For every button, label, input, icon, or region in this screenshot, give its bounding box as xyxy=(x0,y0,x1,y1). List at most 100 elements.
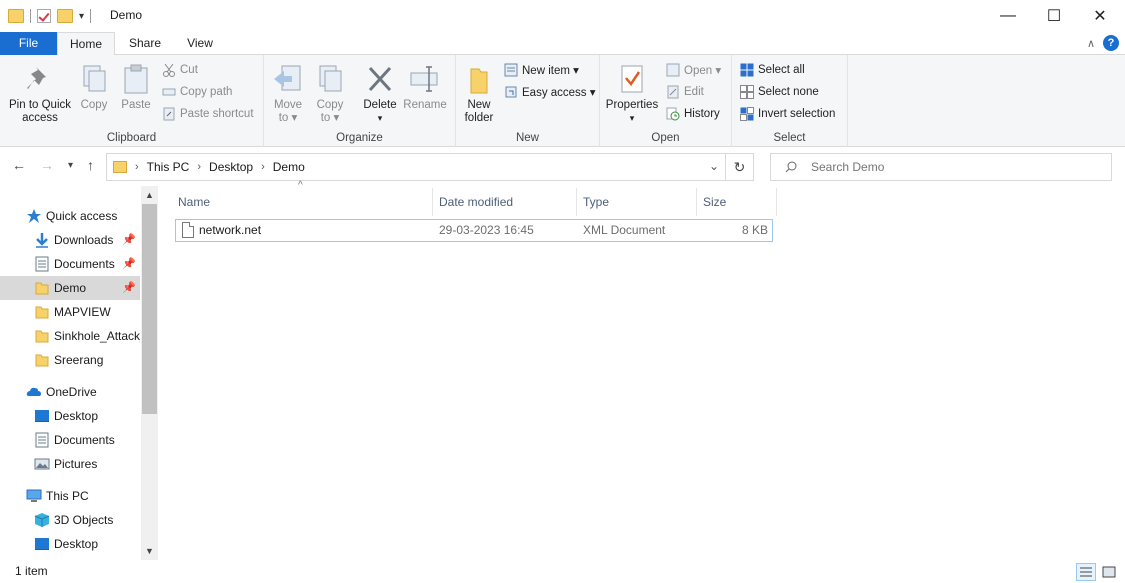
new-folder-icon[interactable] xyxy=(57,9,73,23)
cut-button[interactable]: Cut xyxy=(162,60,198,80)
item-count: 1 item xyxy=(15,564,48,578)
paste-shortcut-icon xyxy=(162,107,176,121)
properties-button[interactable]: Properties ▾ xyxy=(604,59,660,125)
nav-this-pc-desktop[interactable]: Desktop xyxy=(0,532,140,556)
nav-mapview[interactable]: MAPVIEW xyxy=(0,300,140,324)
new-item-button[interactable]: New item ▾ xyxy=(504,60,579,80)
up-arrow-icon[interactable]: ↑ xyxy=(87,157,94,173)
chevron-right-icon[interactable]: › xyxy=(261,161,265,173)
pin-icon[interactable]: 📌 xyxy=(122,281,136,294)
desktop-icon xyxy=(34,408,50,424)
download-icon xyxy=(34,232,50,248)
nav-onedrive-documents[interactable]: Documents xyxy=(0,428,140,452)
nav-quick-access[interactable]: Quick access xyxy=(0,204,140,228)
tab-home[interactable]: Home xyxy=(57,32,115,56)
breadcrumb-demo[interactable]: Demo xyxy=(273,160,305,174)
nav-demo[interactable]: Demo 📌 xyxy=(0,276,140,300)
scroll-up-icon[interactable]: ▲ xyxy=(141,190,158,200)
address-bar[interactable]: › This PC › Desktop › Demo ⌄ ↻ xyxy=(106,153,754,181)
chevron-right-icon[interactable]: › xyxy=(135,161,139,173)
search-input[interactable] xyxy=(811,160,1091,174)
nav-3d-objects[interactable]: 3D Objects xyxy=(0,508,140,532)
column-date-modified[interactable]: Date modified xyxy=(433,188,577,216)
history-label: History xyxy=(684,108,720,120)
maximize-button[interactable]: ☐ xyxy=(1031,0,1077,32)
easy-access-button[interactable]: Easy access ▾ xyxy=(504,82,596,102)
tab-file[interactable]: File xyxy=(0,32,57,55)
nav-sreerang[interactable]: Sreerang xyxy=(0,348,140,372)
computer-icon xyxy=(26,488,42,504)
paste-button[interactable]: Paste xyxy=(118,59,154,112)
move-to-line1: Move xyxy=(273,99,303,111)
open-button[interactable]: Open ▾ xyxy=(666,60,721,80)
cut-label: Cut xyxy=(180,64,198,76)
column-size[interactable]: Size xyxy=(697,188,777,216)
nav-onedrive-desktop[interactable]: Desktop xyxy=(0,404,140,428)
star-icon xyxy=(26,208,42,224)
large-icons-view-icon[interactable] xyxy=(1099,563,1119,581)
pin-to-quick-access-button[interactable]: Pin to Quick access xyxy=(6,59,74,125)
rename-button[interactable]: Rename xyxy=(402,59,448,112)
pictures-icon xyxy=(34,456,50,472)
properties-icon[interactable] xyxy=(37,9,51,23)
documents-icon xyxy=(34,432,50,448)
nav-pictures[interactable]: Pictures xyxy=(0,452,140,476)
close-button[interactable]: ✕ xyxy=(1077,0,1123,32)
customize-toolbar-dropdown[interactable]: ▾ xyxy=(79,11,84,22)
delete-x-icon xyxy=(364,63,396,95)
tab-share[interactable]: Share xyxy=(122,32,168,55)
new-folder-button[interactable]: New folder xyxy=(460,59,498,125)
collapse-ribbon-icon[interactable]: ∧ xyxy=(1087,37,1095,50)
new-item-icon xyxy=(504,63,518,77)
rename-label: Rename xyxy=(403,99,447,111)
scroll-down-icon[interactable]: ▼ xyxy=(141,546,158,556)
file-list-header: ^ Name Date modified Type Size xyxy=(172,180,777,216)
select-none-button[interactable]: Select none xyxy=(740,82,819,102)
nav-this-pc[interactable]: This PC xyxy=(0,484,140,508)
forward-arrow-icon[interactable]: → xyxy=(40,157,54,173)
search-box[interactable] xyxy=(770,153,1112,181)
help-icon[interactable]: ? xyxy=(1103,35,1119,51)
nav-onedrive[interactable]: OneDrive xyxy=(0,380,140,404)
pin-icon[interactable]: 📌 xyxy=(122,233,136,246)
back-arrow-icon[interactable]: ← xyxy=(12,157,26,173)
copy-to-button[interactable]: Copy to ▾ xyxy=(312,59,348,125)
nav-sinkhole-attack[interactable]: Sinkhole_Attack_ xyxy=(0,324,140,348)
move-to-button[interactable]: Move to ▾ xyxy=(270,59,306,125)
new-folder-line2: folder xyxy=(464,112,494,124)
navigation-scrollbar[interactable]: ▲ ▼ xyxy=(141,186,158,560)
copy-path-button[interactable]: Copy path xyxy=(162,82,232,102)
details-view-icon[interactable] xyxy=(1076,563,1096,581)
navigation-pane: Quick access Downloads 📌 Documents 📌 Dem… xyxy=(0,186,158,560)
column-name[interactable]: Name xyxy=(172,188,433,216)
nav-downloads[interactable]: Downloads 📌 xyxy=(0,228,140,252)
edit-button[interactable]: Edit xyxy=(666,82,704,102)
clipboard-group: Pin to Quick access Copy Paste Cut Copy … xyxy=(0,55,264,147)
refresh-icon[interactable]: ↻ xyxy=(725,154,753,180)
minimize-button[interactable]: — xyxy=(985,0,1031,32)
status-bar: 1 item xyxy=(0,560,1125,583)
invert-selection-button[interactable]: Invert selection xyxy=(740,104,835,124)
folder-icon[interactable] xyxy=(8,9,24,23)
nav-label: Demo xyxy=(54,281,87,295)
select-all-button[interactable]: Select all xyxy=(740,60,805,80)
tab-view[interactable]: View xyxy=(180,32,220,55)
paste-shortcut-button[interactable]: Paste shortcut xyxy=(162,104,254,124)
file-type: XML Document xyxy=(583,223,666,237)
recent-locations-chevron-icon[interactable]: ▾ xyxy=(68,160,73,171)
breadcrumb-this-pc[interactable]: This PC xyxy=(147,160,190,174)
pin-icon[interactable]: 📌 xyxy=(122,257,136,270)
scrollbar-thumb[interactable] xyxy=(142,204,157,414)
file-row[interactable]: network.net 29-03-2023 16:45 XML Documen… xyxy=(175,219,773,242)
address-dropdown-icon[interactable]: ⌄ xyxy=(709,159,719,173)
nav-documents[interactable]: Documents 📌 xyxy=(0,252,140,276)
delete-button[interactable]: Delete ▾ xyxy=(360,59,400,125)
select-group: Select all Select none Invert selection … xyxy=(732,55,848,147)
history-button[interactable]: History xyxy=(666,104,720,124)
column-type[interactable]: Type xyxy=(577,188,697,216)
breadcrumb-desktop[interactable]: Desktop xyxy=(209,160,253,174)
copy-button[interactable]: Copy xyxy=(76,59,112,112)
copy-to-line1: Copy xyxy=(316,99,344,111)
ribbon-tabs: File Home Share View ∧ ? xyxy=(0,32,1125,56)
chevron-right-icon[interactable]: › xyxy=(197,161,201,173)
